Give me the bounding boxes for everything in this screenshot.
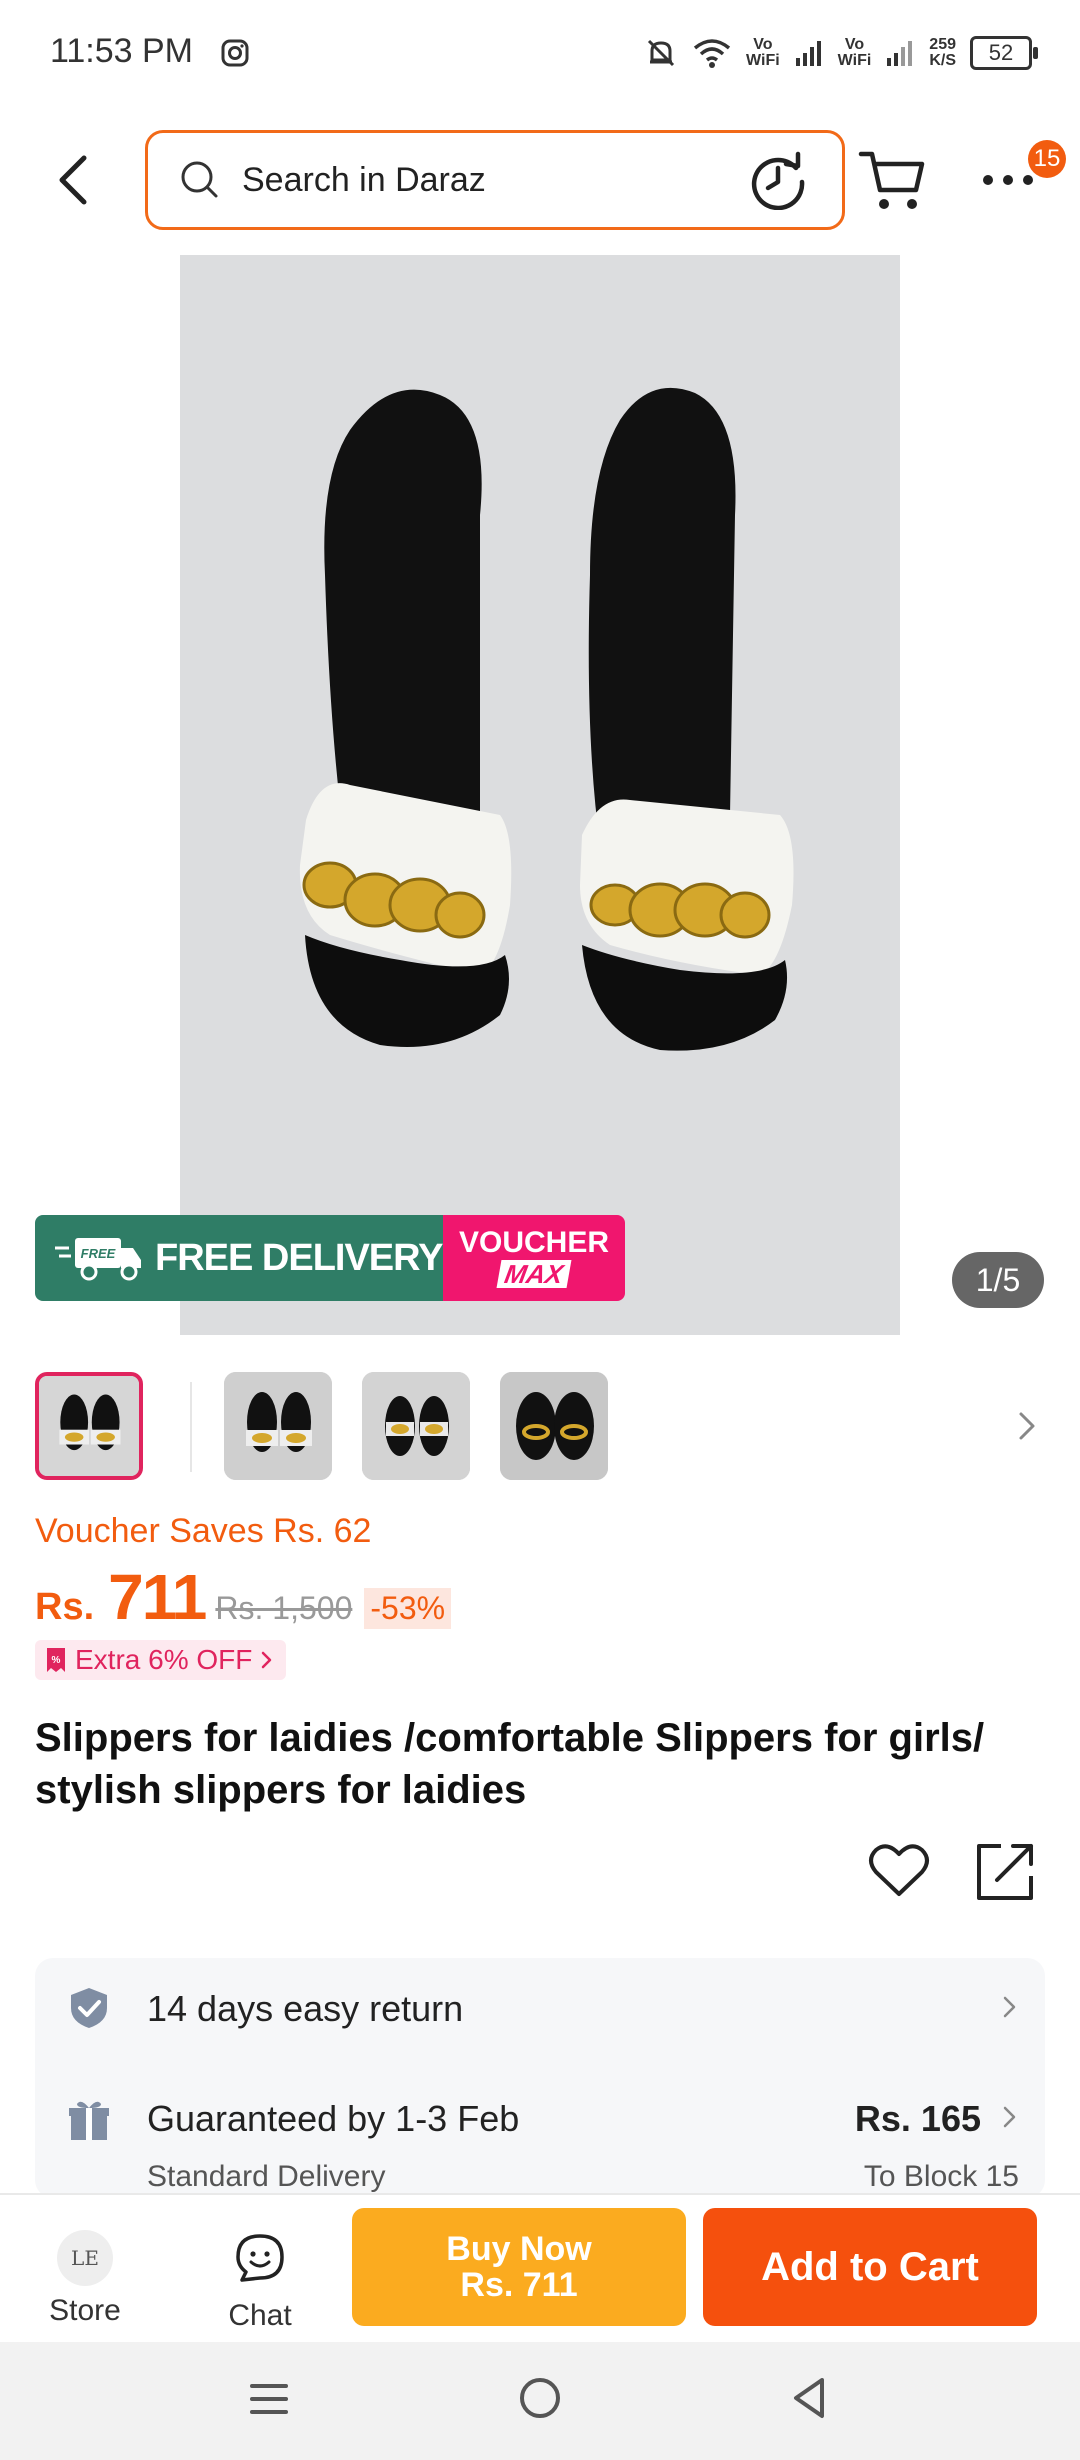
network-2-label: Vo WiFi (838, 37, 872, 69)
cart-icon[interactable] (858, 148, 928, 214)
discount-badge: -53% (364, 1588, 452, 1629)
free-delivery-text: FREE DELIVERY (155, 1236, 444, 1279)
chevron-right-icon (1003, 2106, 1016, 2128)
back-triangle-icon[interactable] (790, 2376, 830, 2420)
gift-box-icon (69, 2101, 109, 2140)
delivery-row[interactable]: Guaranteed by 1-3 Feb Rs. 165 Standard D… (35, 2068, 1045, 2198)
coupon-icon: % (47, 1648, 65, 1672)
signal-1-icon (795, 41, 821, 66)
delivery-type: Standard Delivery (147, 2160, 386, 2193)
extra-off-label: Extra 6% OFF (75, 1644, 253, 1675)
buy-now-button[interactable]: Buy Now Rs. 711 (352, 2208, 686, 2326)
chevron-right-icon (262, 1651, 272, 1669)
network-speed: 259 K/S (929, 37, 956, 69)
original-price: Rs. 1,500 (215, 1590, 353, 1626)
image-counter: 1/5 (952, 1252, 1044, 1308)
instagram-icon (221, 39, 249, 67)
thumbnail-image (39, 1376, 139, 1476)
return-policy-label: 14 days easy return (147, 1988, 464, 2029)
price-value: 711 (108, 1561, 207, 1633)
network-2-top: Vo (844, 36, 865, 53)
network-1-bottom: WiFi (746, 52, 780, 69)
buy-now-price: Rs. 711 (460, 2266, 578, 2304)
chevron-right-icon[interactable] (1015, 1406, 1039, 1446)
home-icon[interactable] (518, 2376, 562, 2420)
product-image[interactable] (180, 255, 900, 1335)
network-speed-unit: K/S (929, 52, 956, 69)
thumbnail-1[interactable] (35, 1372, 143, 1480)
promo-banner: FREE FREE DELIVERY VOUCHER MAX (35, 1215, 625, 1301)
shield-check-icon (71, 1988, 107, 2028)
chat-label: Chat (228, 2299, 292, 2332)
share-icon[interactable] (975, 1840, 1037, 1902)
voucher-max-line1: VOUCHER (458, 1226, 609, 1259)
add-to-cart-button[interactable]: Add to Cart (703, 2208, 1037, 2326)
voucher-saves-text: Voucher Saves Rs. 62 (35, 1512, 372, 1550)
delivery-truck-icon: FREE (55, 1238, 141, 1281)
free-mini-label: FREE (81, 1246, 116, 1261)
thumbnail-divider (190, 1382, 192, 1472)
notification-badge: 15 (1028, 140, 1066, 178)
product-title: Slippers for laidies /comfortable Slippe… (35, 1716, 985, 1812)
delivery-location: To Block 15 (863, 2160, 1019, 2193)
heart-icon[interactable] (868, 1842, 930, 1900)
buy-now-label: Buy Now (446, 2230, 592, 2268)
thumbnail-2[interactable] (224, 1372, 332, 1480)
network-1-top: Vo (753, 36, 773, 53)
store-button[interactable]: LE Store (30, 2230, 140, 2330)
store-label: Store (49, 2294, 121, 2327)
price-row: Rs. 711 Rs. 1,500 -53% (35, 1560, 452, 1634)
chevron-right-icon (1003, 1996, 1016, 2018)
status-time: 11:53 PM (50, 32, 194, 70)
price-currency: Rs. (35, 1586, 95, 1628)
delivery-label: Guaranteed by 1-3 Feb (147, 2098, 520, 2139)
thumbnail-image (500, 1372, 608, 1480)
search-icon (181, 161, 218, 198)
battery-indicator: 52 (970, 36, 1038, 70)
thumbnail-image (362, 1372, 470, 1480)
store-avatar: LE (57, 2230, 113, 2286)
search-placeholder: Search in Daraz (242, 160, 486, 199)
voucher-max-line2: MAX (496, 1259, 572, 1289)
wifi-icon (693, 39, 731, 68)
extra-off-tag[interactable]: % Extra 6% OFF (35, 1640, 287, 1680)
network-2-bottom: WiFi (837, 52, 872, 69)
menu-icon[interactable] (248, 2378, 290, 2420)
chat-icon (236, 2234, 284, 2282)
thumbnail-3[interactable] (362, 1372, 470, 1480)
delivery-price: Rs. 165 (854, 2098, 981, 2139)
network-speed-value: 259 (929, 36, 956, 53)
history-icon[interactable] (748, 150, 808, 210)
network-1-label: Vo WiFi (746, 37, 780, 69)
free-delivery-badge: FREE FREE DELIVERY (35, 1215, 444, 1301)
voucher-max-badge: VOUCHER MAX (443, 1215, 625, 1301)
service-info-card: 14 days easy return Guaranteed by 1-3 Fe… (35, 1958, 1045, 2198)
slippers-illustration (299, 387, 794, 1051)
search-input[interactable]: Search in Daraz (145, 130, 845, 230)
svg-text:%: % (52, 1655, 61, 1666)
thumbnail-image (224, 1372, 332, 1480)
back-button[interactable] (40, 140, 110, 220)
signal-2-icon (887, 41, 913, 66)
mute-bell-icon (647, 39, 675, 67)
thumbnail-4[interactable] (500, 1372, 608, 1480)
return-policy-row[interactable]: 14 days easy return (35, 1958, 1045, 2058)
status-indicators: Vo WiFi Vo WiFi 259 K/S 52 (644, 28, 1038, 78)
chat-button[interactable]: Chat (205, 2230, 315, 2332)
